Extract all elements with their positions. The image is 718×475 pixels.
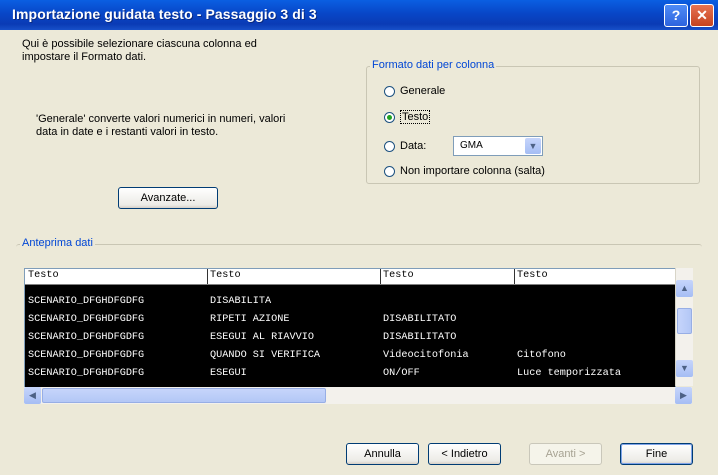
radio-skip-circle[interactable] (384, 165, 395, 177)
horizontal-scroll-thumb[interactable] (42, 388, 326, 403)
description-line-1: 'Generale' converte valori numerici in n… (36, 113, 286, 125)
preview-cell: Luce temporizzata (517, 368, 621, 379)
preview-row: SCENARIO_DFGHDFGDFG RIPETI AZIONE DISABI… (25, 313, 675, 327)
help-button[interactable]: ? (664, 4, 688, 27)
chevron-down-icon[interactable]: ▼ (525, 138, 541, 154)
horizontal-scrollbar[interactable]: ◀ ▶ (24, 387, 692, 404)
preview-row: SCENARIO_DFGHDFGDFG ESEGUI ON/OFF Luce t… (25, 367, 675, 381)
vertical-scroll-thumb[interactable] (677, 308, 692, 334)
radio-general-label: Generale (400, 85, 446, 97)
radio-date-label: Data: (400, 140, 427, 152)
column-divider (380, 269, 381, 284)
preview-cell: DISABILITATO (383, 332, 457, 343)
radio-text[interactable]: Testo (384, 109, 431, 125)
radio-date[interactable]: Data: (384, 138, 426, 154)
preview-row: SCENARIO_DFGHDFGDFG QUANDO SI VERIFICA V… (25, 349, 675, 363)
column-divider (207, 269, 208, 284)
intro-text-line-2: impostare il Formato dati. (22, 51, 147, 63)
data-preview-grid[interactable]: Testo Testo Testo Testo SCENARIO_DFGHDFG… (24, 268, 676, 388)
scroll-left-icon[interactable]: ◀ (24, 387, 41, 404)
radio-date-circle[interactable] (384, 140, 395, 152)
scroll-up-icon[interactable]: ▲ (676, 280, 693, 297)
preview-cell: DISABILITA (210, 296, 272, 307)
preview-cell: SCENARIO_DFGHDFGDFG (28, 314, 145, 325)
preview-group-label: Anteprima dati (20, 237, 95, 249)
scroll-down-icon[interactable]: ▼ (676, 360, 693, 377)
radio-general-circle[interactable] (384, 85, 395, 97)
preview-cell: SCENARIO_DFGHDFGDFG (28, 296, 145, 307)
date-format-select[interactable]: GMA ▼ (453, 136, 543, 156)
preview-cell: SCENARIO_DFGHDFGDFG (28, 332, 145, 343)
preview-cell: RIPETI AZIONE (210, 314, 290, 325)
preview-cell: DISABILITATO (383, 314, 457, 325)
column-header-2[interactable]: Testo (210, 269, 379, 283)
preview-cell: ON/OFF (383, 368, 420, 379)
column-format-group-label: Formato dati per colonna (370, 59, 497, 71)
preview-row: SCENARIO_DFGHDFGDFG DISABILITA (25, 295, 675, 309)
preview-cell: Videocitofonia (383, 350, 469, 361)
preview-cell: ESEGUI (210, 368, 247, 379)
radio-text-circle[interactable] (384, 111, 395, 123)
window-title: Importazione guidata testo - Passaggio 3… (12, 6, 317, 22)
advanced-button[interactable]: Avanzate... (118, 187, 218, 209)
preview-cell: Citofono (517, 350, 566, 361)
title-bar[interactable]: Importazione guidata testo - Passaggio 3… (0, 0, 718, 30)
import-wizard-dialog: Importazione guidata testo - Passaggio 3… (0, 0, 718, 475)
radio-general[interactable]: Generale (384, 83, 445, 99)
preview-header-row: Testo Testo Testo Testo (25, 269, 675, 285)
column-header-4[interactable]: Testo (517, 269, 673, 283)
column-header-1[interactable]: Testo (28, 269, 206, 283)
preview-cell: ESEGUI AL RIAVVIO (210, 332, 314, 343)
column-header-3[interactable]: Testo (383, 269, 513, 283)
scroll-right-icon[interactable]: ▶ (675, 387, 692, 404)
radio-skip-column[interactable]: Non importare colonna (salta) (384, 163, 545, 179)
vertical-scrollbar[interactable]: ▲ ▼ (675, 268, 693, 386)
preview-cell: SCENARIO_DFGHDFGDFG (28, 350, 145, 361)
radio-text-label: Testo (400, 110, 431, 124)
preview-cell: SCENARIO_DFGHDFGDFG (28, 368, 145, 379)
back-button[interactable]: < Indietro (428, 443, 501, 465)
preview-row: SCENARIO_DFGHDFGDFG ESEGUI AL RIAVVIO DI… (25, 331, 675, 345)
column-divider (514, 269, 515, 284)
intro-text-line-1: Qui è possibile selezionare ciascuna col… (22, 38, 257, 50)
description-line-2: data in date e i restanti valori in test… (36, 126, 219, 138)
finish-button[interactable]: Fine (620, 443, 693, 465)
next-button[interactable]: Avanti > (529, 443, 602, 465)
date-format-value: GMA (460, 140, 483, 151)
preview-cell: QUANDO SI VERIFICA (210, 350, 321, 361)
radio-skip-label: Non importare colonna (salta) (400, 165, 545, 177)
close-button[interactable]: ✕ (690, 4, 714, 27)
cancel-button[interactable]: Annulla (346, 443, 419, 465)
